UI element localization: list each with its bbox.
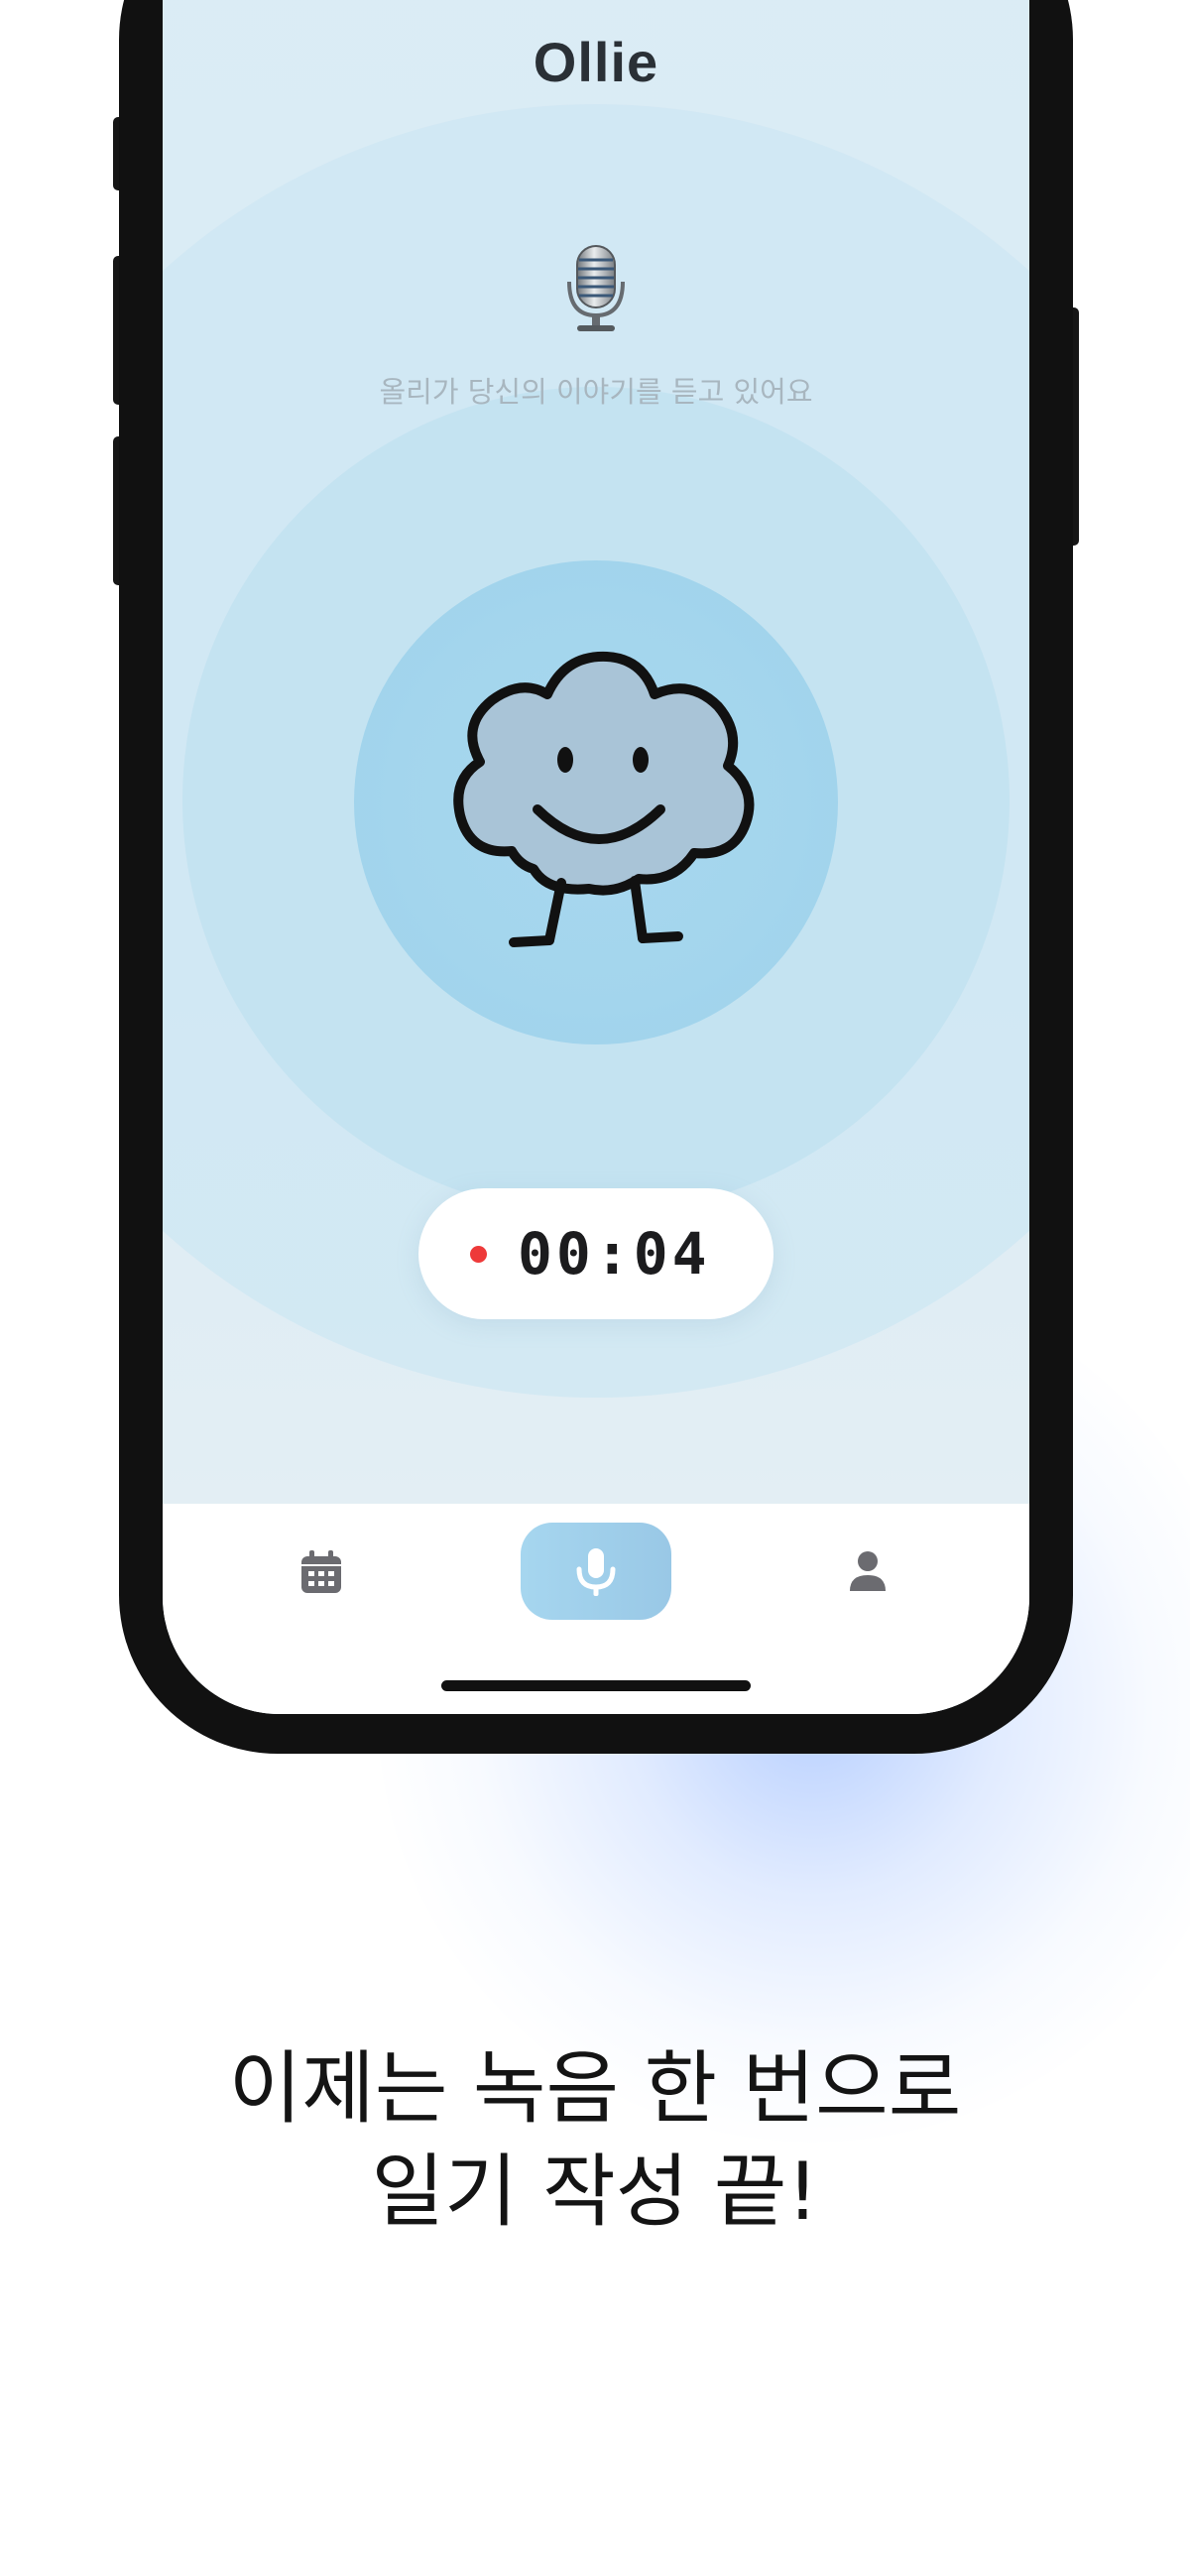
app-title: Ollie — [533, 31, 659, 93]
phone-screen: Ollie 올리가 당신의 이야기를 듣고 있어요 00:04 — [163, 0, 1029, 1714]
timer-text: 00:04 — [518, 1220, 711, 1288]
headline-line-1: 이제는 녹음 한 번으로 — [228, 2042, 962, 2135]
recording-screen: Ollie 올리가 당신의 이야기를 듣고 있어요 00:04 — [163, 0, 1029, 1504]
person-icon[interactable] — [848, 1549, 888, 1593]
studio-microphone-icon — [567, 245, 625, 331]
record-tab-button[interactable] — [521, 1523, 671, 1620]
tab-bar — [163, 1504, 1029, 1714]
promo-headline: 이제는 녹음 한 번으로 일기 작성 끝! — [0, 2037, 1190, 2244]
home-indicator — [441, 1680, 751, 1691]
cloud-mascot-illustration — [453, 651, 755, 947]
recording-indicator-dot — [470, 1246, 487, 1263]
recording-timer: 00:04 — [418, 1188, 774, 1319]
calendar-icon[interactable] — [299, 1549, 343, 1595]
listening-status-text: 올리가 당신의 이야기를 듣고 있어요 — [379, 375, 813, 409]
mic-icon — [576, 1548, 616, 1596]
headline-line-2: 일기 작성 끝! — [371, 2146, 819, 2238]
